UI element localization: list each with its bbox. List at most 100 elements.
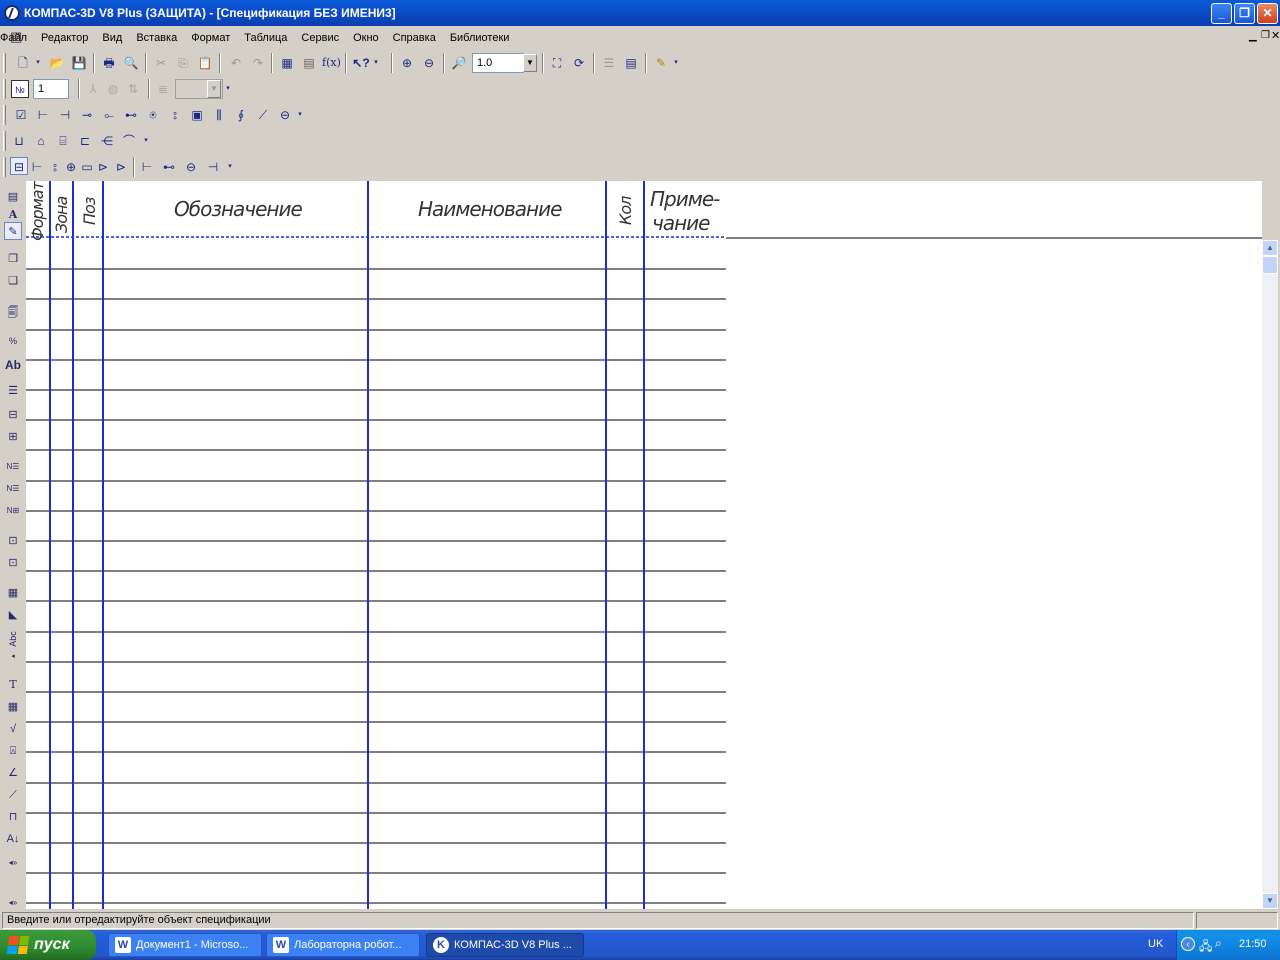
specification-table[interactable] [26,181,1262,909]
bearing-icon[interactable]: ⍟ [144,106,162,124]
menu-table[interactable]: Таблица [244,32,287,44]
text-style-icon[interactable]: ≣ [154,80,172,98]
position-input[interactable]: 1 [33,79,69,99]
close-button[interactable]: ✕ [1257,3,1278,24]
library-icon[interactable]: ▤ [300,54,318,72]
print-icon[interactable]: 🖶 [100,54,118,72]
vertical-scrollbar[interactable]: ▲ ▼ [1262,240,1278,909]
show-all-icon[interactable]: ⛶ [548,54,566,72]
tool-dropdown-icon[interactable]: ▾ [672,54,680,72]
arc-icon[interactable]: ⌒ [120,132,138,150]
menu-insert[interactable]: Вставка [136,32,177,44]
pipe-icon[interactable]: ⊏ [76,132,94,150]
redo-icon[interactable]: ↷ [249,54,267,72]
tolerance-icon[interactable]: ⊓ [4,808,22,826]
washer-icon[interactable]: ▣ [188,106,206,124]
zoom-dropdown-icon[interactable]: ▼ [523,54,537,72]
rivet-icon[interactable]: ⟜ [100,106,118,124]
stud-icon[interactable]: ⊷ [122,106,140,124]
network-icon[interactable]: 🖧 [1199,937,1212,958]
new-dropdown-icon[interactable]: ▾ [34,54,42,72]
profile-icon[interactable]: ⊔ [10,132,28,150]
page-paste-icon[interactable]: ❏ [4,272,22,290]
pin-icon[interactable]: ⊸ [78,106,96,124]
menu-format[interactable]: Формат [191,32,230,44]
style-menu-dropdown-icon[interactable]: ▾ [224,80,232,98]
paste-icon[interactable]: 📋 [196,54,214,72]
key-icon[interactable]: ⊖ [276,106,294,124]
specification-document[interactable]: Формат Зона Поз Обозначение Наименование… [26,181,1262,909]
expand-left-icon[interactable]: ◂ [4,648,22,666]
object-properties-icon[interactable]: ▤ [4,188,22,206]
row-delete-icon[interactable]: ⊞ [4,428,22,446]
taskbar-item-kompas[interactable]: K КОМПАС-3D V8 Plus ... [426,933,584,957]
connections-dropdown-icon[interactable]: ▾ [142,132,150,150]
fasteners-dropdown-icon[interactable]: ▾ [226,158,234,176]
shapes-icon[interactable]: ◣ [4,606,22,624]
style-dropdown-icon[interactable]: ▼ [207,80,221,98]
edit-object-icon[interactable]: ✎ [4,222,22,240]
text-frame-icon[interactable]: T [4,676,22,694]
search-tray-icon[interactable]: ⌕ [1215,936,1222,951]
doc-restore-icon[interactable]: ❐ [1261,30,1270,41]
sort-icon[interactable]: ⇅ [124,80,142,98]
normal-mode-icon[interactable]: ☰ [600,54,618,72]
stud-set-icon[interactable]: ⊷ [160,158,178,176]
grid-table-icon[interactable]: ▦ [4,698,22,716]
leader-icon[interactable]: ⅄ [84,80,102,98]
new-file-icon[interactable]: 🗋 [14,54,32,72]
restore-button[interactable]: ❐ [1234,3,1255,24]
doc-close-icon[interactable]: ✕ [1271,29,1280,42]
bolt-icon[interactable]: ⊢ [34,106,52,124]
spec-mode-icon[interactable]: ⊟ [10,157,28,175]
save-icon[interactable]: 💾 [70,54,88,72]
rivet-insert-icon[interactable]: ⊳ [94,158,112,176]
zoom-out-icon[interactable]: ⊖ [420,54,438,72]
number-group-icon[interactable]: N⊞ [4,502,22,520]
zoom-in-icon[interactable]: ⊕ [398,54,416,72]
title-bar[interactable]: КОМПАС-3D V8 Plus (ЗАЩИТА) - [Спецификац… [0,0,1280,26]
vertical-text-icon[interactable]: Abc [4,630,22,648]
scroll-up-icon[interactable]: ▲ [1262,240,1278,256]
checklist-icon[interactable]: ☑ [12,106,30,124]
fitting-icon[interactable]: ⋲ [98,132,116,150]
open-folder-icon[interactable]: 📂 [48,54,66,72]
start-button[interactable]: пуск [0,930,96,960]
zoom-input[interactable]: 1.0 [472,53,524,73]
more-tools-icon[interactable]: ◂» [4,854,22,872]
number-sort-icon[interactable]: N☰ [4,480,22,498]
screw-set-icon[interactable]: ⊣ [204,158,222,176]
function-fx-icon[interactable]: f(x) [322,54,341,72]
weld-icon[interactable]: ⟋ [254,106,272,124]
language-indicator[interactable]: UK [1148,938,1163,950]
cut-icon[interactable]: ✂ [152,54,170,72]
doc-minimize-icon[interactable]: ▁ [1249,31,1257,42]
menu-help[interactable]: Справка [393,32,436,44]
angle-icon[interactable]: ∠ [4,764,22,782]
section-up-icon[interactable]: ⊡ [4,532,22,550]
bolt-insert-icon[interactable]: ⊢ [28,158,46,176]
numbering-icon[interactable]: № [11,80,29,98]
flag-insert-icon[interactable]: ⊳ [112,158,130,176]
kompas-app-icon[interactable] [4,5,20,21]
spring-icon[interactable]: ∮ [232,106,250,124]
leader-text-icon[interactable]: ⟋ [4,786,22,804]
scroll-down-icon[interactable]: ▼ [1262,893,1278,909]
building-icon[interactable]: ⌂ [32,132,50,150]
clock[interactable]: 21:50 [1239,938,1267,950]
toolbar-grip[interactable] [3,157,6,177]
menu-service[interactable]: Сервис [301,32,339,44]
manager-icon[interactable]: ▦ [278,54,296,72]
dimension-text-icon[interactable]: A↓ [4,830,22,848]
roughness-icon[interactable]: √ [4,720,22,738]
align-lines-icon[interactable]: ☰ [4,382,22,400]
text-ab-icon[interactable]: Ab [4,356,22,374]
document-icon[interactable]: ▤ [10,29,28,47]
properties-tool-icon[interactable]: ✎ [652,54,670,72]
toolbar-grip[interactable] [3,105,6,125]
refresh-icon[interactable]: ⟳ [570,54,588,72]
nut-icon[interactable]: ⦂ [166,106,184,124]
page-layout-icon[interactable]: ▤ [622,54,640,72]
base-mark-icon[interactable]: ⍓ [4,742,22,760]
pin-set-icon[interactable]: ⊖ [182,158,200,176]
